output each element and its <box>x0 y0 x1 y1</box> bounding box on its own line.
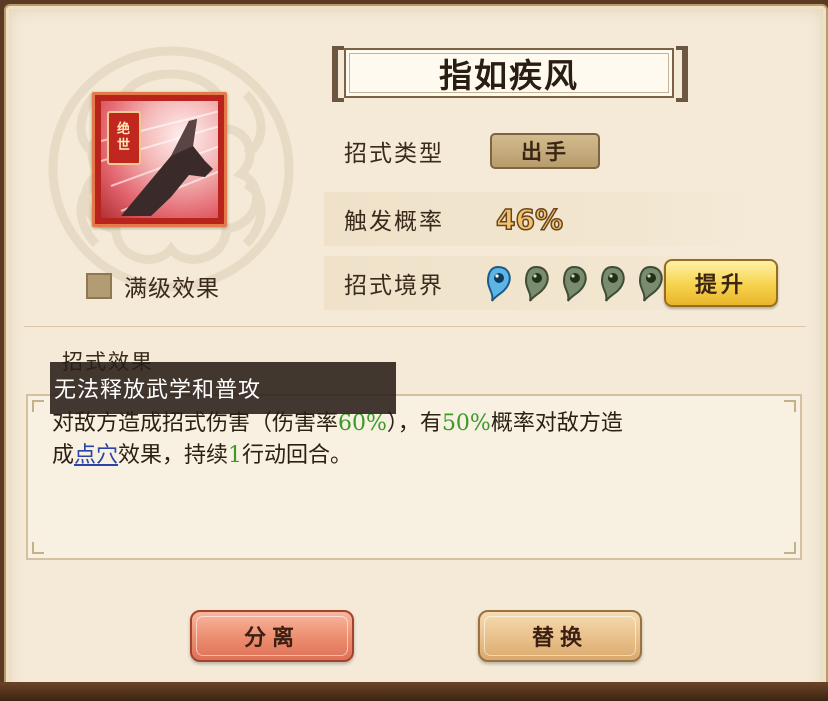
max-level-checkbox[interactable] <box>86 273 112 299</box>
effect-text-segment: 效果，持续 <box>118 443 229 468</box>
rank-tag: 绝 世 <box>107 111 141 165</box>
effect-text-segment: 概率对敌方造 <box>490 411 623 436</box>
section-divider <box>24 326 806 327</box>
skill-icon[interactable]: 绝 世 <box>92 92 227 227</box>
skill-type-row: 招式类型 出手 <box>324 124 760 178</box>
chance-value: 50% <box>441 411 491 436</box>
trigger-rate-value: 46% <box>495 202 564 237</box>
rank-tag-char-1: 绝 <box>116 122 131 137</box>
max-level-toggle[interactable]: 满级效果 <box>86 270 220 302</box>
title-bracket-right <box>676 46 688 102</box>
realm-drop-icon <box>524 265 549 302</box>
damage-rate-value: 60% <box>338 411 387 436</box>
rank-tag-char-2: 世 <box>116 138 131 153</box>
skill-art: 绝 世 <box>101 101 218 218</box>
title-bracket-left <box>332 46 344 102</box>
skill-title-frame: 指如疾风 <box>332 46 688 102</box>
upgrade-button[interactable]: 提升 <box>664 259 778 307</box>
effect-text-segment: 成 <box>52 443 75 468</box>
corner-ornament <box>784 542 796 554</box>
corner-ornament <box>32 400 44 412</box>
effect-description: 对敌方造成招式伤害（伤害率60%），有50%概率对敌方造 成点穴效果，持续1行动… <box>52 408 772 472</box>
skill-type-label: 招式类型 <box>344 141 444 167</box>
replace-button[interactable]: 替换 <box>478 610 642 662</box>
realm-drop-icon <box>562 265 587 302</box>
skill-type-badge: 出手 <box>490 133 600 169</box>
corner-ornament <box>784 400 796 412</box>
effect-line-2: 成点穴效果，持续1行动回合。 <box>52 440 772 472</box>
realm-drop-icon <box>600 265 625 302</box>
trigger-rate-label: 触发概率 <box>344 209 444 235</box>
max-level-label: 满级效果 <box>124 276 220 302</box>
realm-drop-icon <box>638 265 663 302</box>
effect-text-segment: ），有 <box>386 411 442 436</box>
button-inner-border <box>196 616 348 656</box>
split-button[interactable]: 分离 <box>190 610 354 662</box>
duration-value: 1 <box>228 443 243 468</box>
realm-drop-icon <box>486 265 511 302</box>
skill-realm-row: 招式境界 提升 <box>324 256 778 310</box>
skill-detail-panel: 绝 世 满级效果 指如疾风 招式类型 出手 触发概率 46% 招式境界 提升 对… <box>4 4 828 701</box>
skill-realm-label: 招式境界 <box>344 273 444 299</box>
skill-title: 指如疾风 <box>439 56 579 95</box>
button-inner-border <box>484 616 636 656</box>
background-strip <box>0 682 828 701</box>
realm-level-indicator <box>482 263 666 303</box>
trigger-rate-row: 触发概率 46% <box>324 192 760 246</box>
status-tooltip: 无法释放武学和普攻 <box>50 362 396 414</box>
acupoint-status-link[interactable]: 点穴 <box>74 443 118 468</box>
corner-ornament <box>32 542 44 554</box>
skill-title-box: 指如疾风 <box>344 48 674 98</box>
effect-text-segment: 行动回合。 <box>242 443 353 468</box>
effect-text-segment: 对敌方造成招式伤害（伤害率 <box>52 411 339 436</box>
